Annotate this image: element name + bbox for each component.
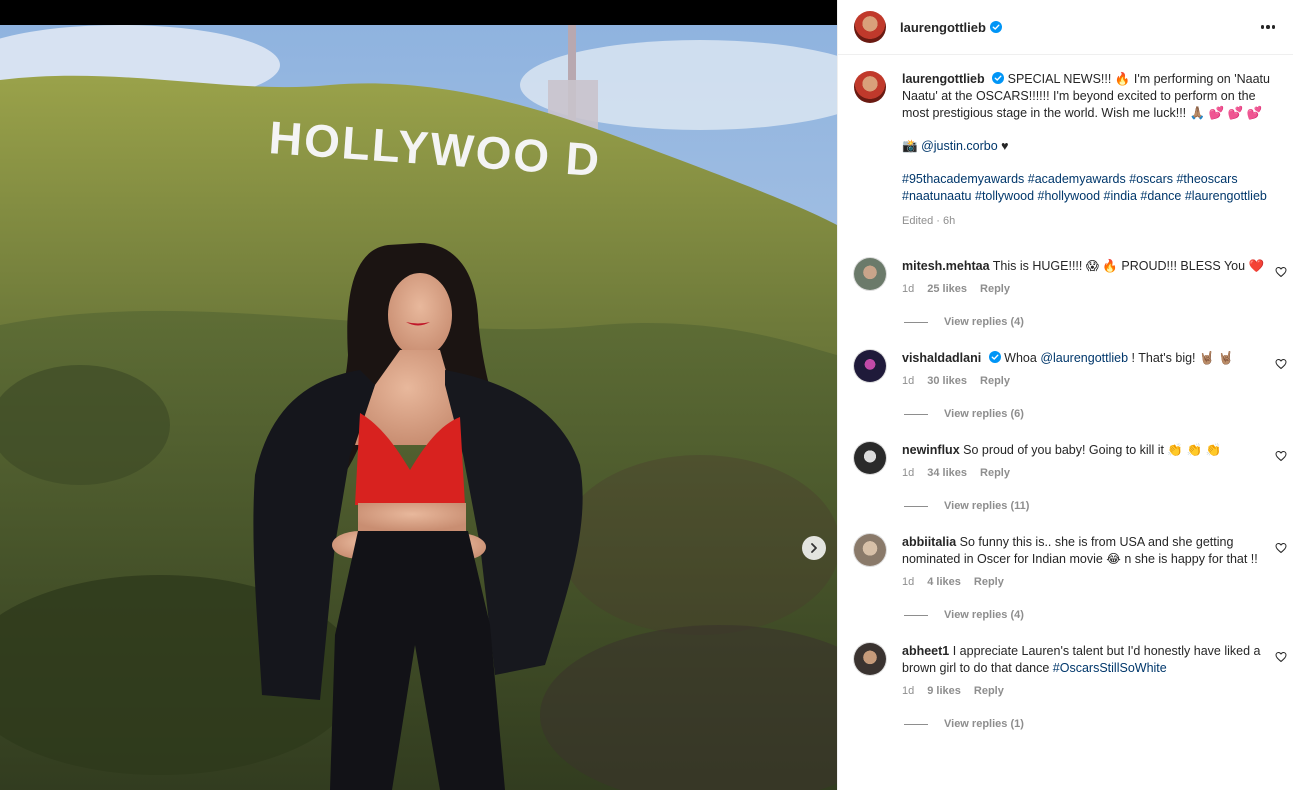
- comments-list: laurengottlieb SPECIAL NEWS!!! 🔥 I'm per…: [838, 55, 1293, 730]
- like-heart-icon[interactable]: [1275, 450, 1287, 462]
- instagram-post-viewer: HOLLYWOO D laurengottlieb laurengottlieb…: [0, 0, 1293, 790]
- comment-item: abbiitalia So funny this is.. she is fro…: [854, 534, 1287, 591]
- next-photo-button[interactable]: [802, 536, 826, 560]
- media-top-bar: [0, 0, 837, 25]
- comment-likes[interactable]: 25 likes: [927, 281, 967, 298]
- view-replies-label: View replies (4): [944, 609, 1024, 621]
- verified-badge-icon: [988, 351, 1001, 363]
- author-username[interactable]: laurengottlieb: [900, 20, 986, 35]
- camera-icon: 📸: [902, 139, 918, 153]
- replies-divider: [904, 505, 928, 507]
- credit-mention-link[interactable]: @justin.corbo: [921, 139, 998, 153]
- post-header: laurengottlieb: [838, 0, 1293, 55]
- reply-button[interactable]: Reply: [974, 683, 1004, 700]
- replies-divider: [904, 723, 928, 725]
- photo-credit: 📸 @justin.corbo ♥: [902, 138, 1277, 155]
- commenter-avatar[interactable]: [854, 534, 886, 566]
- commenter-username[interactable]: abbiitalia: [902, 535, 956, 549]
- like-heart-icon[interactable]: [1275, 358, 1287, 370]
- replies-divider: [904, 321, 928, 323]
- view-replies-button[interactable]: View replies (4): [904, 609, 1277, 621]
- comment-text: This is HUGE!!!! 😱 🔥 PROUD!!! BLESS You …: [992, 259, 1265, 273]
- comment-item: mitesh.mehtaa This is HUGE!!!! 😱 🔥 PROUD…: [854, 258, 1287, 298]
- more-options-button[interactable]: [1257, 21, 1280, 33]
- comment-text: So funny this is.. she is from USA and s…: [902, 535, 1258, 566]
- commenter-avatar[interactable]: [854, 350, 886, 382]
- edited-timestamp: Edited · 6h: [902, 215, 956, 227]
- reply-button[interactable]: Reply: [974, 574, 1004, 591]
- post-photo[interactable]: HOLLYWOO D: [0, 25, 837, 790]
- like-heart-icon[interactable]: [1275, 651, 1287, 663]
- caption-hashtags[interactable]: #95thacademyawards #academyawards #oscar…: [902, 171, 1277, 205]
- comment-likes[interactable]: 9 likes: [927, 683, 961, 700]
- comment-text: So proud of you baby! Going to kill it 👏…: [963, 443, 1222, 457]
- commenter-username[interactable]: newinflux: [902, 443, 960, 457]
- comment-time: 1d: [902, 375, 915, 387]
- comment-likes[interactable]: 34 likes: [927, 465, 967, 482]
- commenter-avatar[interactable]: [854, 442, 886, 474]
- comment-time: 1d: [902, 576, 915, 588]
- verified-badge-icon: [992, 72, 1005, 84]
- comment-time: 1d: [902, 685, 915, 697]
- chevron-right-icon: [811, 543, 817, 553]
- replies-divider: [904, 614, 928, 616]
- comment-time: 1d: [902, 467, 915, 479]
- view-replies-button[interactable]: View replies (4): [904, 316, 1277, 328]
- author-avatar[interactable]: [854, 71, 886, 103]
- comment-text-suffix: ! That's big! 🤘🏽 🤘🏽: [1128, 351, 1234, 365]
- comment-item: newinflux So proud of you baby! Going to…: [854, 442, 1287, 482]
- commenter-avatar[interactable]: [854, 258, 886, 290]
- commenter-username[interactable]: abheet1: [902, 644, 949, 658]
- heart-glyph: ♥: [1001, 139, 1009, 153]
- author-avatar[interactable]: [854, 11, 886, 43]
- reply-button[interactable]: Reply: [980, 373, 1010, 390]
- reply-button[interactable]: Reply: [980, 465, 1010, 482]
- like-heart-icon[interactable]: [1275, 542, 1287, 554]
- comment-mention-link[interactable]: @laurengottlieb: [1040, 351, 1128, 365]
- commenter-username[interactable]: vishaldadlani: [902, 351, 981, 365]
- post-caption: laurengottlieb SPECIAL NEWS!!! 🔥 I'm per…: [854, 71, 1277, 230]
- more-dot-icon: [1271, 25, 1275, 29]
- comment-item: abheet1 I appreciate Lauren's talent but…: [854, 643, 1287, 700]
- comment-likes[interactable]: 4 likes: [927, 574, 961, 591]
- replies-divider: [904, 413, 928, 415]
- commenter-username[interactable]: mitesh.mehtaa: [902, 259, 990, 273]
- view-replies-button[interactable]: View replies (6): [904, 408, 1277, 420]
- comment-time: 1d: [902, 283, 915, 295]
- post-side-panel: laurengottlieb laurengottlieb SPECIAL NE…: [837, 0, 1293, 790]
- view-replies-label: View replies (6): [944, 408, 1024, 420]
- commenter-avatar[interactable]: [854, 643, 886, 675]
- reply-button[interactable]: Reply: [980, 281, 1010, 298]
- more-dot-icon: [1266, 25, 1270, 29]
- comment-hashtag-link[interactable]: #OscarsStillSoWhite: [1053, 661, 1167, 675]
- more-dot-icon: [1260, 25, 1264, 29]
- verified-badge-icon: [989, 21, 1002, 33]
- view-replies-button[interactable]: View replies (1): [904, 718, 1277, 730]
- comment-likes[interactable]: 30 likes: [927, 373, 967, 390]
- view-replies-label: View replies (4): [944, 316, 1024, 328]
- post-media: HOLLYWOO D: [0, 0, 837, 790]
- photo-illustration: HOLLYWOO D: [0, 25, 837, 790]
- view-replies-button[interactable]: View replies (11): [904, 500, 1277, 512]
- like-heart-icon[interactable]: [1275, 266, 1287, 278]
- view-replies-label: View replies (11): [944, 500, 1030, 512]
- caption-username[interactable]: laurengottlieb: [902, 72, 985, 86]
- view-replies-label: View replies (1): [944, 718, 1024, 730]
- comment-item: vishaldadlani Whoa @laurengottlieb ! Tha…: [854, 350, 1287, 390]
- comment-text-prefix: Whoa: [1004, 351, 1041, 365]
